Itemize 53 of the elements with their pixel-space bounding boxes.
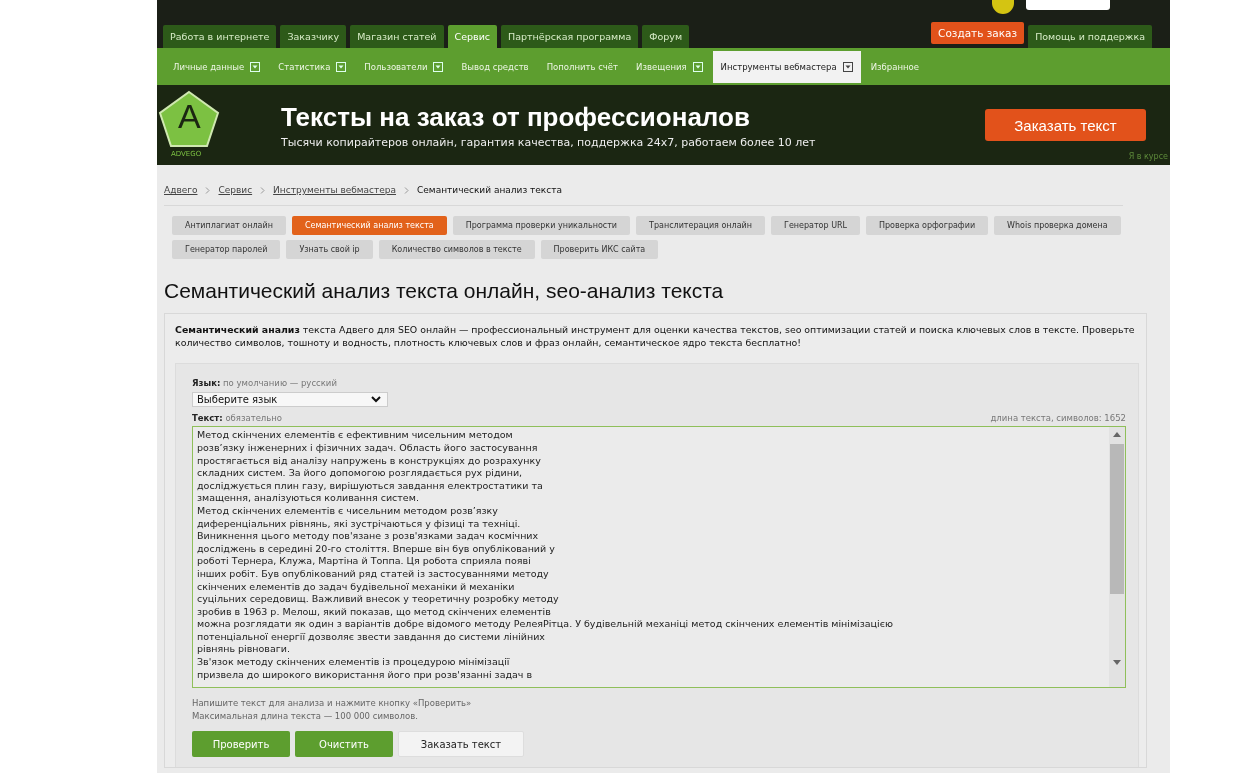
scrollbar[interactable] [1109, 427, 1125, 688]
page-heading: Семантический анализ текста онлайн, seo-анализ текста [164, 279, 725, 303]
chevron-icon [260, 186, 266, 194]
description: Семантический анализ текста Адвего для SEO онлайн — профессиональный инструмент для оценки качества текстов, seo оптимизации статей и поиска ключевых слов в тексте. Проверьте количество символов, тошноту и водность, плотность ключевых слов и фраз онлайн, семантическое ядро текста бесплатно! [175, 324, 1136, 350]
help-note: Напишите текст для анализа и нажмите кнопку «Проверить» [192, 698, 473, 709]
tool-tab[interactable]: Узнать свой ip [286, 240, 373, 259]
character-counter: длина текста, символов: 1652 [990, 413, 1126, 424]
dropdown-icon [433, 61, 444, 72]
nav-tab[interactable]: Партнёрская программа [501, 25, 639, 48]
dropdown-icon [250, 61, 261, 72]
nav-tab[interactable]: Магазин статей [350, 25, 444, 48]
subnav-item[interactable]: Инструменты вебмастера [712, 50, 861, 83]
tool-tab[interactable]: Генератор URL [771, 216, 860, 235]
tool-tab[interactable]: Программа проверки уникальности [452, 216, 631, 235]
field-hint: по умолчанию — русский [223, 378, 337, 389]
breadcrumb-current: Семантический анализ текста [417, 185, 562, 195]
dropdown-icon [692, 61, 703, 72]
field-label: Текст: [192, 413, 223, 424]
field-hint: обязательно [225, 413, 283, 424]
breadcrumb-link[interactable]: Сервис [218, 185, 253, 195]
nav-tab[interactable]: Работа в интернете [163, 25, 277, 48]
tool-tab[interactable]: Генератор паролей [172, 240, 281, 259]
language-select[interactable]: Выберите язык [192, 392, 388, 408]
chevron-icon [371, 396, 381, 404]
banner-title: Тексты на заказ от профессионалов [281, 101, 751, 133]
tool-tab[interactable]: Количество символов в тексте [378, 240, 535, 259]
order-text-button[interactable]: Заказать текст [985, 109, 1146, 141]
chevron-icon [404, 186, 410, 194]
help-note: Максимальная длина текста — 100 000 символов. [192, 711, 419, 722]
tool-tab[interactable]: Проверка орфографии [866, 216, 989, 235]
logo-letter: A [178, 97, 201, 136]
dropdown-icon [842, 61, 853, 72]
dismiss-link[interactable]: Я в курсе [1128, 152, 1168, 161]
create-order-button[interactable]: Создать заказ [931, 22, 1025, 44]
tool-tab[interactable]: Проверить ИКС сайта [540, 240, 659, 259]
avatar-icon[interactable] [992, 0, 1014, 14]
breadcrumb-link[interactable]: Инструменты вебмастера [273, 185, 397, 195]
tool-tab[interactable]: Whois проверка домена [994, 216, 1121, 235]
nav-tab[interactable]: Заказчику [280, 25, 347, 48]
tool-tab[interactable]: Транслитерация онлайн [636, 216, 765, 235]
field-label: Язык: [192, 378, 221, 389]
logo-icon [157, 89, 221, 149]
dropdown-icon [336, 61, 347, 72]
tool-tab[interactable]: Семантический анализ текста [291, 216, 447, 235]
order-button[interactable]: Заказать текст [398, 731, 524, 758]
text-input-field[interactable]: Метод скінчених елементів є ефективним чисельним методом розв’язку інженерних і фізичних задач. Область його застосування простягається від аналізу напружень в конструкціях до розрахунку складних систем. За його допомогою розглядається рух рідини, досліджується плин газу, вирішуються завдання електростатики та змащення, аналізуються коливання систем. Метод скінчених елементів є чисельним методом розв’язку диференціальних рівнянь, які зустрічаються у фізиці та техніці. Виникнення цього методу пов'язане з розв'язками задач космічних досліджень в середині 20-го століття. Вперше він був опублікований у роботі Тернера, Клужа, Мартіна й Топпа. Ця робота сприяла появі інших робіт. Був опублікований ряд статей із застосуваннями методу скінчених елементів до задач будівельної механіки й механіки суцільних середовищ. Важливий внесок у теоретичну розробку методу зробив в 1963 р. Мелош, який показав, що метод скінчених елементів можна розглядати як один з варіантів добре відомого методу РелеяРітца. У будівельній механіці метод скінчених елементів мінімізацією потенціальної енергії дозволяє звести завдання до системи лінійних рівнянь рівноваги. Зв'язок методу скінчених елементів із процедурою мінімізації призвела до широкого використання його при розв'язанні задач в [192, 426, 1126, 689]
login-field[interactable] [1026, 0, 1110, 10]
tool-tab[interactable]: Антиплагиат онлайн [172, 216, 286, 235]
help-link[interactable]: Помощь и поддержка [1028, 25, 1152, 48]
breadcrumb-link[interactable]: Адвего [164, 185, 198, 195]
banner-subtitle: Тысячи копирайтеров онлайн, гарантия качества, поддержка 24x7, работаем более 10 лет [281, 135, 816, 149]
nav-tab[interactable]: Форум [642, 25, 690, 48]
chevron-icon [205, 186, 211, 194]
